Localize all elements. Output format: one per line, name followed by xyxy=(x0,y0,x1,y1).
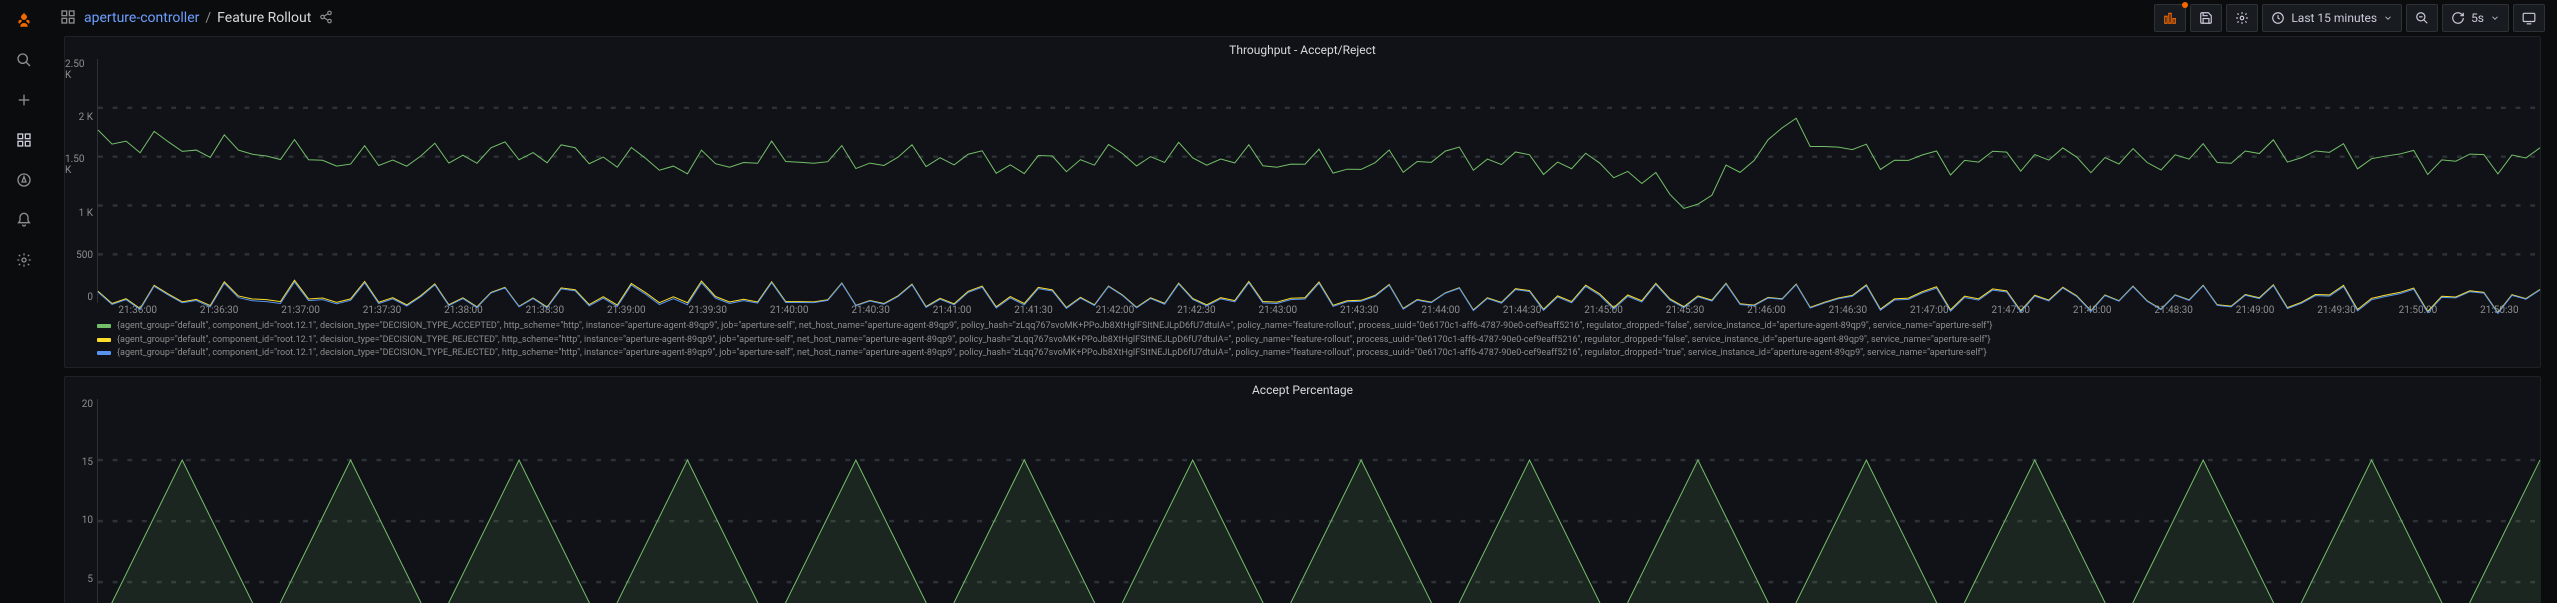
breadcrumb-folder[interactable]: aperture-controller xyxy=(84,10,199,26)
chevron-down-icon xyxy=(2490,13,2500,23)
time-range-label: Last 15 minutes xyxy=(2291,11,2377,25)
settings-button[interactable] xyxy=(2226,4,2258,32)
refresh-picker[interactable]: 5s xyxy=(2442,4,2509,32)
plus-icon[interactable] xyxy=(12,88,36,112)
chevron-down-icon xyxy=(2383,13,2393,23)
share-icon[interactable] xyxy=(319,10,333,27)
panel-accept-percentage: Accept Percentage 20151050 21:36:0021:36… xyxy=(64,376,2541,603)
alerting-icon[interactable] xyxy=(12,208,36,232)
time-range-picker[interactable]: Last 15 minutes xyxy=(2262,4,2402,32)
breadcrumb-sep: / xyxy=(205,10,211,26)
legend-item[interactable]: {agent_group="default", component_id="ro… xyxy=(97,334,2532,348)
breadcrumb: aperture-controller / Feature Rollout xyxy=(84,10,311,26)
panel-title: Accept Percentage xyxy=(65,377,2540,399)
dashboards-icon[interactable] xyxy=(12,128,36,152)
chart-plot[interactable] xyxy=(97,399,2540,603)
y-axis: 20151050 xyxy=(65,399,97,603)
zoom-out-button[interactable] xyxy=(2406,4,2438,32)
breadcrumb-page: Feature Rollout xyxy=(217,10,311,26)
chart-plot[interactable] xyxy=(97,59,2540,303)
legend[interactable]: {agent_group="default", component_id="ro… xyxy=(65,316,2540,367)
y-axis: 2.50 K2 K1.50 K1 K5000 xyxy=(65,59,97,303)
refresh-interval: 5s xyxy=(2471,11,2484,25)
topbar: aperture-controller / Feature Rollout La… xyxy=(48,0,2557,36)
legend-item[interactable]: {agent_group="default", component_id="ro… xyxy=(97,347,2532,361)
legend-item[interactable]: {agent_group="default", component_id="ro… xyxy=(97,320,2532,334)
tv-mode-button[interactable] xyxy=(2513,4,2545,32)
panel-title: Throughput - Accept/Reject xyxy=(65,37,2540,59)
grafana-logo-icon[interactable] xyxy=(12,8,36,32)
config-icon[interactable] xyxy=(12,248,36,272)
explore-icon[interactable] xyxy=(12,168,36,192)
dashboard-icon xyxy=(60,9,76,28)
save-button[interactable] xyxy=(2190,4,2222,32)
side-nav xyxy=(0,0,48,603)
add-panel-button[interactable] xyxy=(2154,4,2186,32)
panel-throughput: Throughput - Accept/Reject 2.50 K2 K1.50… xyxy=(64,36,2541,368)
search-icon[interactable] xyxy=(12,48,36,72)
x-axis: 21:36:0021:36:3021:37:0021:37:3021:38:00… xyxy=(65,303,2540,316)
